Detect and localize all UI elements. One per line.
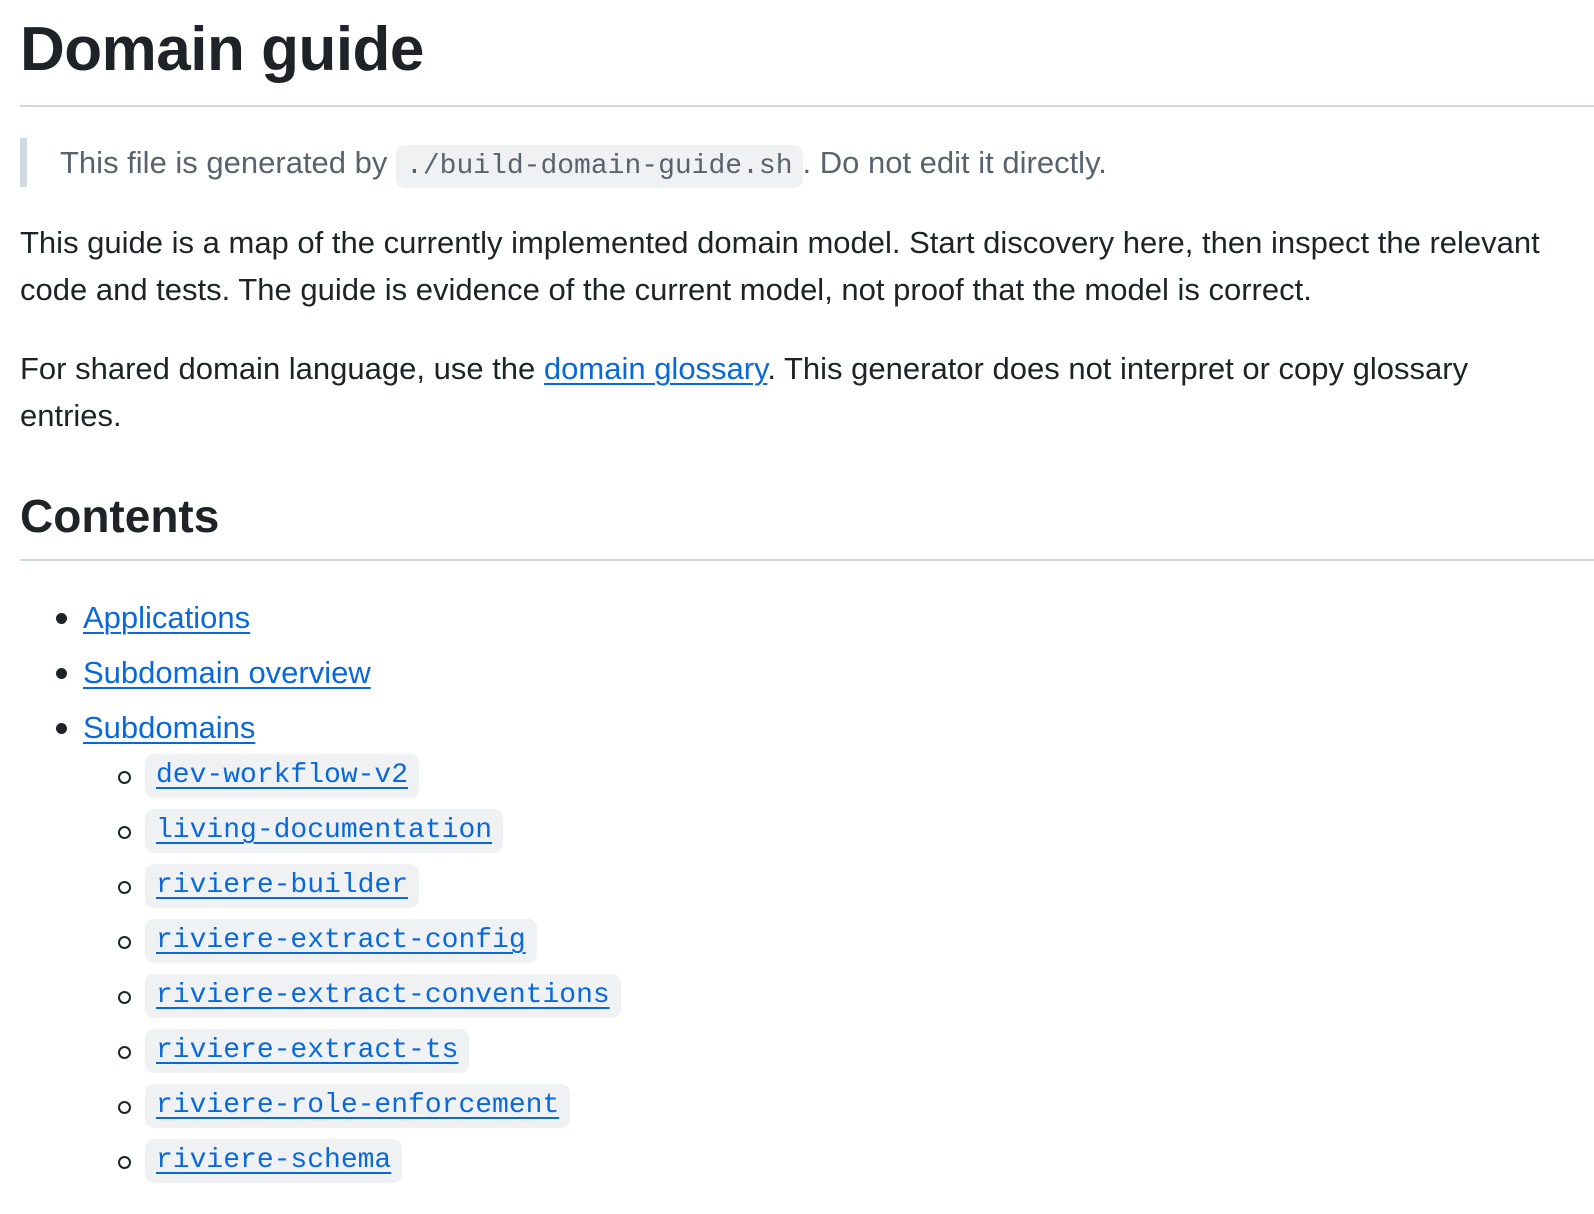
code-chip: riviere-schema xyxy=(145,1139,403,1183)
contents-divider xyxy=(20,559,1594,561)
generated-notice-blockquote: This file is generated by ./build-domain… xyxy=(20,138,1107,188)
subdomain-link-living-documentation[interactable]: living-documentation xyxy=(156,814,492,848)
code-chip: riviere-extract-conventions xyxy=(145,974,621,1018)
subdomain-link-riviere-extract-conventions[interactable]: riviere-extract-conventions xyxy=(156,979,610,1013)
subdomain-link-dev-workflow-v2[interactable]: dev-workflow-v2 xyxy=(156,759,408,793)
domain-glossary-link[interactable]: domain glossary xyxy=(544,351,767,386)
code-chip: riviere-extract-ts xyxy=(145,1029,470,1073)
intro-paragraph: This guide is a map of the currently imp… xyxy=(20,225,1540,307)
subdomain-link-riviere-role-enforcement[interactable]: riviere-role-enforcement xyxy=(156,1089,559,1123)
bullet-disc-icon xyxy=(56,668,67,679)
subdomain-link-riviere-builder[interactable]: riviere-builder xyxy=(156,869,408,903)
code-chip: riviere-role-enforcement xyxy=(145,1084,571,1128)
bullet-circle-icon xyxy=(118,826,131,839)
bullet-circle-icon xyxy=(118,1156,131,1169)
code-chip: dev-workflow-v2 xyxy=(145,754,420,798)
document-page: Domain guide This file is generated by .… xyxy=(0,0,1594,1214)
code-chip: living-documentation xyxy=(145,809,504,853)
page-title: Domain guide xyxy=(20,15,424,84)
bullet-circle-icon xyxy=(118,881,131,894)
notice-prefix: This file is generated by xyxy=(60,145,388,180)
subdomain-link-riviere-extract-config[interactable]: riviere-extract-config xyxy=(156,924,526,958)
code-chip: riviere-extract-config xyxy=(145,919,537,963)
toc-link-subdomains[interactable]: Subdomains xyxy=(83,706,255,750)
script-path-code: ./build-domain-guide.sh xyxy=(396,145,803,188)
toc-link-applications[interactable]: Applications xyxy=(83,596,250,640)
bullet-circle-icon xyxy=(118,936,131,949)
bullet-disc-icon xyxy=(56,723,67,734)
bullet-circle-icon xyxy=(118,1101,131,1114)
bullet-circle-icon xyxy=(118,771,131,784)
bullet-disc-icon xyxy=(56,613,67,624)
code-chip: riviere-builder xyxy=(145,864,420,908)
contents-heading: Contents xyxy=(20,490,220,542)
subdomain-link-riviere-schema[interactable]: riviere-schema xyxy=(156,1144,391,1178)
glossary-paragraph: For shared domain language, use the doma… xyxy=(20,345,1560,439)
title-divider xyxy=(20,105,1594,107)
toc-link-subdomain-overview[interactable]: Subdomain overview xyxy=(83,651,371,695)
glossary-prefix: For shared domain language, use the xyxy=(20,351,544,386)
bullet-circle-icon xyxy=(118,991,131,1004)
subdomain-link-riviere-extract-ts[interactable]: riviere-extract-ts xyxy=(156,1034,458,1068)
notice-suffix: . Do not edit it directly. xyxy=(802,145,1107,180)
bullet-circle-icon xyxy=(118,1046,131,1059)
